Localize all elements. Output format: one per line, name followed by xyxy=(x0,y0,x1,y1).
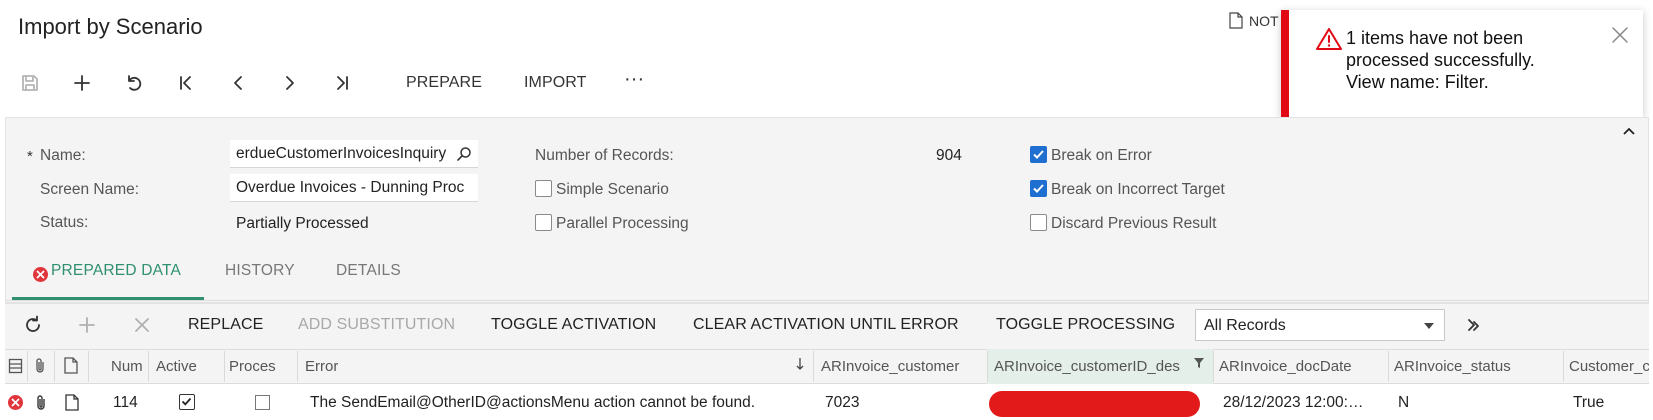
attachment-icon xyxy=(36,358,44,373)
screen-name-field[interactable]: Overdue Invoices - Dunning Proc xyxy=(230,174,478,202)
fit-columns-icon[interactable] xyxy=(1463,315,1485,337)
parallel-processing-label: Parallel Processing xyxy=(556,215,689,232)
parallel-processing-checkbox[interactable] xyxy=(535,214,552,231)
import-button[interactable]: IMPORT xyxy=(518,66,593,100)
prepare-button[interactable]: PREPARE xyxy=(400,66,488,100)
first-record-button[interactable] xyxy=(168,66,204,100)
break-on-error-label: Break on Error xyxy=(1051,147,1152,164)
add-substitution-button[interactable]: ADD SUBSTITUTION xyxy=(298,316,455,334)
toggle-activation-button[interactable]: TOGGLE ACTIVATION xyxy=(491,316,656,334)
error-toast: 1 items have not been processed successf… xyxy=(1281,10,1643,117)
more-actions-button[interactable]: ··· xyxy=(618,62,650,96)
redacted-customer-desc xyxy=(989,391,1200,417)
add-row-icon[interactable] xyxy=(76,314,98,336)
refresh-icon[interactable] xyxy=(22,314,44,336)
row-note-icon[interactable] xyxy=(65,394,79,411)
clear-activation-button[interactable]: CLEAR ACTIVATION UNTIL ERROR xyxy=(693,316,959,334)
search-icon[interactable] xyxy=(456,146,472,162)
break-on-error-checkbox[interactable] xyxy=(1030,146,1047,163)
toast-line-2: processed successfully. xyxy=(1346,50,1535,70)
simple-scenario-label: Simple Scenario xyxy=(556,181,669,198)
last-icon xyxy=(337,76,348,90)
column-header-active[interactable]: Active xyxy=(156,358,197,375)
document-icon xyxy=(1229,12,1243,29)
simple-scenario-checkbox[interactable] xyxy=(535,180,552,197)
checkmark-icon xyxy=(1033,150,1044,159)
column-header-customer-desc[interactable]: ARInvoice_customerID_des xyxy=(994,358,1188,375)
tab-history[interactable]: HISTORY xyxy=(225,262,295,280)
column-header-doc-date[interactable]: ARInvoice_docDate xyxy=(1219,358,1381,375)
discard-previous-checkbox[interactable] xyxy=(1030,214,1047,231)
required-marker: * xyxy=(27,148,33,165)
toast-line-1: 1 items have not been xyxy=(1346,28,1524,48)
cell-status: N xyxy=(1398,394,1410,411)
status-label: Status: xyxy=(40,214,89,231)
cell-customer: 7023 xyxy=(825,394,860,411)
delete-row-icon[interactable] xyxy=(131,314,153,336)
checkmark-icon xyxy=(1033,184,1044,193)
cell-customer-c: True xyxy=(1573,394,1605,411)
error-icon xyxy=(33,267,48,282)
undo-button[interactable] xyxy=(116,66,152,100)
save-button[interactable] xyxy=(12,66,48,100)
column-header-num[interactable]: Num xyxy=(111,358,143,375)
save-icon xyxy=(22,75,38,91)
page-title: Import by Scenario xyxy=(18,14,203,39)
filter-icon[interactable] xyxy=(1193,357,1205,369)
close-icon[interactable] xyxy=(1611,26,1629,44)
toast-line-3: View name: Filter. xyxy=(1346,72,1489,92)
note-icon xyxy=(64,357,78,374)
undo-icon xyxy=(128,75,142,91)
column-header-error[interactable]: Error xyxy=(305,358,338,375)
tab-divider xyxy=(5,300,1649,301)
cell-processed-checkbox[interactable] xyxy=(255,395,270,410)
break-on-incorrect-target-label: Break on Incorrect Target xyxy=(1051,181,1225,198)
toast-message: 1 items have not been processed successf… xyxy=(1346,27,1596,93)
warning-icon xyxy=(1316,28,1342,50)
cell-doc-date: 28/12/2023 12:00:… xyxy=(1223,394,1363,411)
replace-button[interactable]: REPLACE xyxy=(188,316,263,334)
break-on-incorrect-target-checkbox[interactable] xyxy=(1030,180,1047,197)
tab-prepared-data[interactable]: PREPARED DATA xyxy=(51,262,181,280)
add-button[interactable] xyxy=(64,66,100,100)
screen-name-label: Screen Name: xyxy=(40,181,140,198)
previous-record-button[interactable] xyxy=(220,66,256,100)
next-record-button[interactable] xyxy=(272,66,308,100)
chevron-left-icon xyxy=(234,76,242,90)
notes-link[interactable]: NOT xyxy=(1229,12,1279,29)
row-status-icon xyxy=(8,358,23,374)
tab-details[interactable]: DETAILS xyxy=(336,262,401,280)
name-value: erdueCustomerInvoicesInquiry xyxy=(236,145,447,162)
column-header-customer-c[interactable]: Customer_c xyxy=(1569,358,1649,375)
collapse-chevron-icon[interactable] xyxy=(1622,126,1636,136)
discard-previous-label: Discard Previous Result xyxy=(1051,215,1217,232)
name-field[interactable]: erdueCustomerInvoicesInquiry xyxy=(230,140,478,168)
row-error-icon xyxy=(8,395,23,410)
last-record-button[interactable] xyxy=(324,66,360,100)
records-filter-value: All Records xyxy=(1204,317,1286,334)
column-header-status[interactable]: ARInvoice_status xyxy=(1394,358,1556,375)
notes-label: NOT xyxy=(1249,12,1279,29)
name-label: Name: xyxy=(40,147,86,164)
row-attachment-icon[interactable] xyxy=(34,394,48,411)
plus-icon xyxy=(74,75,90,91)
chevron-down-icon xyxy=(1424,323,1434,329)
checkmark-icon xyxy=(181,397,192,406)
status-value: Partially Processed xyxy=(236,215,369,232)
chevron-right-icon xyxy=(286,76,294,90)
cell-error: The SendEmail@OtherID@actionsMenu action… xyxy=(310,394,756,411)
column-header-customer[interactable]: ARInvoice_customer xyxy=(821,358,981,375)
records-value: 904 xyxy=(936,147,962,164)
column-header-processed[interactable]: Proces xyxy=(229,358,277,375)
toggle-processing-button[interactable]: TOGGLE PROCESSING xyxy=(996,316,1175,334)
records-filter-select[interactable]: All Records xyxy=(1195,309,1445,341)
cell-active-checkbox[interactable] xyxy=(179,394,195,410)
records-label: Number of Records: xyxy=(535,147,674,164)
sort-down-icon[interactable] xyxy=(795,357,805,371)
first-icon xyxy=(180,76,191,90)
cell-num: 114 xyxy=(113,394,138,411)
